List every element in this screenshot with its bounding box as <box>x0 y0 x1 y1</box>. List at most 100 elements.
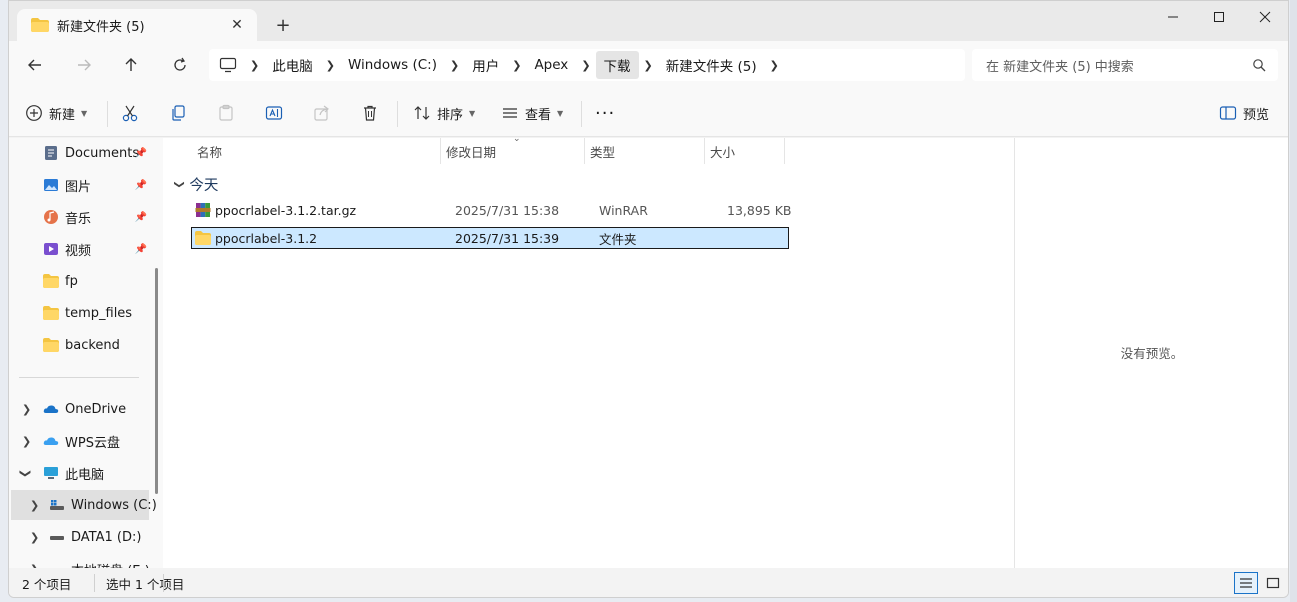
share-icon <box>314 105 329 121</box>
column-divider[interactable] <box>440 138 441 164</box>
table-row-selected[interactable]: ppocrlabel-3.1.2 2025/7/31 15:39 文件夹 <box>191 227 789 249</box>
arrow-up-icon <box>125 58 137 71</box>
maximize-button[interactable] <box>1196 1 1242 33</box>
tiles-view-button[interactable] <box>1261 572 1285 594</box>
breadcrumb-c-drive[interactable]: Windows (C:) <box>340 53 445 77</box>
column-divider[interactable] <box>704 138 705 164</box>
divider <box>19 377 139 378</box>
new-label: 新建 <box>49 107 76 123</box>
sidebar-item-label: backend <box>65 337 120 353</box>
cloud-icon <box>43 437 59 445</box>
preview-label: 预览 <box>1243 107 1270 123</box>
plus-circle-icon <box>26 105 42 121</box>
sidebar-item-label: OneDrive <box>65 401 127 417</box>
breadcrumb-apex[interactable]: Apex <box>526 53 576 77</box>
chevron-right-icon[interactable]: ❯ <box>30 531 39 544</box>
rename-button[interactable] <box>265 101 283 125</box>
chevron-right-icon[interactable]: ❯ <box>507 59 526 72</box>
sidebar-item-documents[interactable]: Documents 📌 <box>9 138 149 168</box>
sidebar-item-videos[interactable]: 视频 📌 <box>9 234 149 264</box>
sidebar-item-temp-files[interactable]: temp_files <box>9 298 149 328</box>
chevron-right-icon[interactable]: ❯ <box>576 59 595 72</box>
chevron-down-icon: ▼ <box>81 108 88 118</box>
column-header-name[interactable]: 名称 <box>197 138 222 164</box>
minimize-button[interactable] <box>1150 1 1196 33</box>
column-modified-label: 修改日期 <box>446 144 497 160</box>
sidebar-item-onedrive[interactable]: ❯ OneDrive <box>9 394 149 424</box>
breadcrumb-current-folder[interactable]: 新建文件夹 (5) <box>658 51 765 79</box>
more-options-button[interactable]: ··· <box>595 101 615 125</box>
preview-pane: 没有预览。 <box>1014 138 1288 568</box>
column-header-size[interactable]: 大小 <box>710 138 735 164</box>
sidebar-item-label: 视频 <box>65 243 92 259</box>
forward-button[interactable] <box>68 51 100 79</box>
pin-icon[interactable]: 📌 <box>135 244 147 255</box>
column-divider[interactable] <box>584 138 585 164</box>
sidebar-item-c-drive[interactable]: ❯ Windows (C:) <box>11 490 157 520</box>
chevron-right-icon[interactable]: ❯ <box>765 59 784 72</box>
sidebar-item-pictures[interactable]: 图片 📌 <box>9 170 149 200</box>
search-input[interactable]: 在 新建文件夹 (5) 中搜索 <box>972 49 1278 81</box>
refresh-button[interactable] <box>164 51 196 79</box>
cut-button[interactable] <box>121 101 139 125</box>
new-button[interactable]: 新建 ▼ <box>25 101 87 125</box>
view-button[interactable]: 查看 ▼ <box>501 101 563 125</box>
table-row[interactable]: ppocrlabel-3.1.2.tar.gz 2025/7/31 15:38 … <box>191 199 791 221</box>
chevron-right-icon[interactable]: ❯ <box>639 59 658 72</box>
pin-icon[interactable]: 📌 <box>135 180 147 191</box>
search-icon <box>1253 59 1266 72</box>
paste-button[interactable] <box>217 101 235 125</box>
chevron-right-icon[interactable]: ❯ <box>22 403 31 416</box>
folder-icon <box>31 18 49 32</box>
sidebar-item-music[interactable]: 音乐 📌 <box>9 202 149 232</box>
scissors-icon <box>122 105 138 122</box>
column-header-modified[interactable]: 修改日期 <box>446 138 496 164</box>
pin-icon[interactable]: 📌 <box>135 148 147 159</box>
sidebar-item-wps-cloud[interactable]: ❯ WPS云盘 <box>9 426 149 456</box>
breadcrumb[interactable]: ❯ 此电脑 ❯ Windows (C:) ❯ 用户 ❯ Apex ❯ 下载 ❯ … <box>209 49 965 81</box>
navigation-pane: Documents 📌 图片 📌 音乐 📌 视频 📌 fp temp_files <box>9 138 163 568</box>
drive-icon <box>50 500 64 510</box>
column-header-type[interactable]: 类型 <box>590 138 615 164</box>
pin-icon[interactable]: 📌 <box>135 212 147 223</box>
details-view-icon <box>1240 578 1252 588</box>
up-button[interactable] <box>115 51 147 79</box>
sort-button[interactable]: 排序 ▼ <box>413 101 475 125</box>
breadcrumb-this-pc[interactable]: 此电脑 <box>264 51 321 79</box>
delete-button[interactable] <box>361 101 379 125</box>
sidebar-item-d-drive[interactable]: ❯ DATA1 (D:) <box>9 522 149 552</box>
close-window-button[interactable] <box>1242 1 1288 33</box>
chevron-right-icon[interactable]: ❯ <box>30 499 39 512</box>
arrow-right-icon <box>78 59 91 71</box>
sidebar-item-label: fp <box>65 273 78 289</box>
sidebar-item-label: temp_files <box>65 305 133 321</box>
chevron-right-icon[interactable]: ❯ <box>445 59 464 72</box>
preview-pane-button[interactable]: 预览 <box>1219 101 1269 125</box>
chevron-right-icon[interactable]: ❯ <box>22 435 31 448</box>
folder-icon <box>43 306 59 320</box>
new-tab-button[interactable]: + <box>271 13 295 37</box>
column-divider[interactable] <box>784 138 785 164</box>
chevron-right-icon[interactable]: ❯ <box>245 59 264 72</box>
tab-current-folder[interactable]: 新建文件夹 (5) ✕ <box>17 9 257 41</box>
chevron-down-icon[interactable]: ❯ <box>19 468 32 477</box>
divider <box>94 574 95 592</box>
details-view-button[interactable] <box>1234 572 1258 594</box>
trash-icon <box>364 105 376 121</box>
sidebar-item-this-pc[interactable]: ❯ 此电脑 <box>9 458 149 488</box>
back-button[interactable] <box>19 51 51 79</box>
share-button[interactable] <box>313 101 331 125</box>
sidebar-item-e-drive[interactable]: ❯ 本地磁盘 (E:) <box>9 554 150 569</box>
sidebar-item-fp[interactable]: fp <box>9 266 149 296</box>
sidebar-item-backend[interactable]: backend <box>9 330 149 360</box>
cloud-icon <box>43 405 59 413</box>
group-header-today[interactable]: ❯ 今天 <box>174 174 219 195</box>
copy-button[interactable] <box>169 101 187 125</box>
breadcrumb-downloads[interactable]: 下载 <box>595 51 639 79</box>
drive-icon <box>49 561 65 568</box>
folder-icon <box>43 338 59 352</box>
chevron-right-icon[interactable]: ❯ <box>321 59 340 72</box>
sidebar-scrollbar[interactable] <box>155 268 158 494</box>
close-tab-icon[interactable]: ✕ <box>227 15 247 35</box>
breadcrumb-users[interactable]: 用户 <box>464 51 507 79</box>
